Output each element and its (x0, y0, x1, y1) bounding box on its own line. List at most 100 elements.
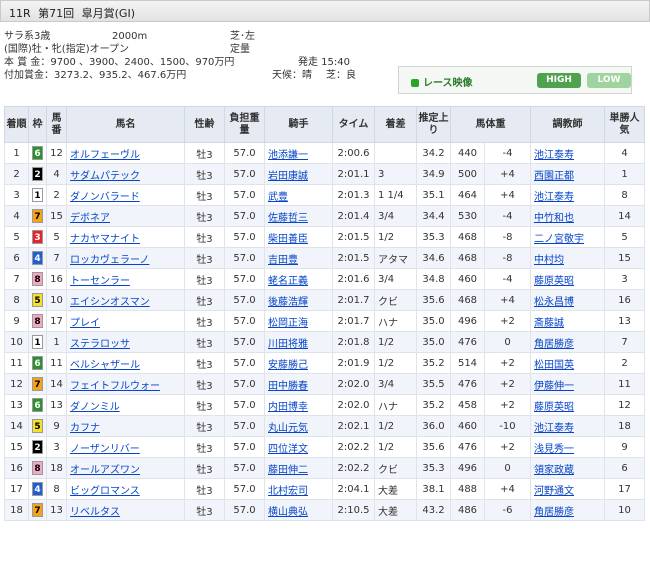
cell-body-weight: 486 (450, 499, 485, 521)
video-high-button[interactable]: HIGH (537, 73, 581, 88)
cell-last3f: 34.8 (416, 268, 451, 290)
cell-weight: 57.0 (224, 331, 265, 353)
cell-frame: 4 (28, 247, 47, 269)
race-weather: 天候：晴 (272, 70, 312, 81)
horse-link[interactable]: ステラロッサ (70, 339, 130, 350)
cell-last3f: 35.3 (416, 457, 451, 479)
cell-time: 2:01.8 (332, 331, 375, 353)
horse-link[interactable]: ダノンミル (70, 402, 120, 413)
cell-frame: 4 (28, 478, 47, 500)
cell-weight: 57.0 (224, 184, 265, 206)
cell-frame: 6 (28, 352, 47, 374)
cell-horse: ロッカヴェラーノ (66, 247, 185, 269)
header-number: 馬番 (46, 106, 67, 143)
horse-link[interactable]: プレイ (70, 318, 100, 329)
horse-link[interactable]: ナカヤマナイト (70, 234, 140, 245)
trainer-link[interactable]: 松田国英 (534, 360, 574, 371)
cell-rank: 10 (4, 331, 29, 353)
jockey-link[interactable]: 安藤勝己 (268, 360, 308, 371)
cell-time: 2:02.2 (332, 457, 375, 479)
jockey-link[interactable]: 北村宏司 (268, 486, 308, 497)
horse-link[interactable]: サダムパテック (70, 171, 140, 182)
cell-rank: 6 (4, 247, 29, 269)
cell-sex-age: 牡3 (184, 163, 225, 185)
trainer-link[interactable]: 中村均 (534, 255, 564, 266)
trainer-link[interactable]: 池江泰寿 (534, 423, 574, 434)
cell-weight: 57.0 (224, 142, 265, 164)
horse-link[interactable]: ノーザンリバー (70, 444, 140, 455)
horse-link[interactable]: ダノンバラード (70, 192, 140, 203)
trainer-link[interactable]: 二ノ宮敬宇 (534, 234, 584, 245)
cell-margin: 3/4 (374, 205, 417, 227)
cell-frame: 7 (28, 205, 47, 227)
jockey-link[interactable]: 岩田康誠 (268, 171, 308, 182)
trainer-link[interactable]: 角居勝彦 (534, 507, 574, 518)
video-low-button[interactable]: LOW (587, 73, 631, 88)
trainer-link[interactable]: 藤原英昭 (534, 276, 574, 287)
cell-margin: ハナ (374, 310, 417, 332)
trainer-link[interactable]: 中竹和也 (534, 213, 574, 224)
trainer-link[interactable]: 藤原英昭 (534, 402, 574, 413)
trainer-link[interactable]: 松永昌博 (534, 297, 574, 308)
race-info: サラ系3歳 2000m 芝･左 (国際)牡・牝(指定)オープン 定量 本 賞 金… (4, 30, 404, 82)
horse-link[interactable]: オルフェーヴル (70, 150, 140, 161)
jockey-link[interactable]: 内田博幸 (268, 402, 308, 413)
trainer-link[interactable]: 西園正都 (534, 171, 574, 182)
jockey-link[interactable]: 蛯名正義 (268, 276, 308, 287)
trainer-link[interactable]: 浅見秀一 (534, 444, 574, 455)
result-row: 7 8 16 トーセンラー 牡3 57.0 蛯名正義 2:01.6 3/4 34.8 460 -4 藤原… (4, 268, 645, 290)
jockey-link[interactable]: 丸山元気 (268, 423, 308, 434)
horse-link[interactable]: エイシンオスマン (70, 297, 150, 308)
trainer-link[interactable]: 斎藤誠 (534, 318, 564, 329)
cell-trainer: 池江泰寿 (530, 142, 605, 164)
cell-frame: 6 (28, 394, 47, 416)
trainer-link[interactable]: 池江泰寿 (534, 150, 574, 161)
cell-horse: ダノンミル (66, 394, 185, 416)
horse-link[interactable]: トーセンラー (70, 276, 130, 287)
cell-sex-age: 牡3 (184, 436, 225, 458)
jockey-link[interactable]: 吉田豊 (268, 255, 298, 266)
cell-number: 13 (46, 394, 67, 416)
cell-jockey: 藤田伸二 (264, 457, 333, 479)
cell-sex-age: 牡3 (184, 352, 225, 374)
horse-link[interactable]: カフナ (70, 423, 100, 434)
horse-link[interactable]: ロッカヴェラーノ (70, 255, 149, 266)
jockey-link[interactable]: 佐藤哲三 (268, 213, 308, 224)
horse-link[interactable]: ビッグロマンス (70, 486, 140, 497)
cell-popularity: 14 (604, 205, 645, 227)
jockey-link[interactable]: 川田将雅 (268, 339, 308, 350)
trainer-link[interactable]: 池江泰寿 (534, 192, 574, 203)
cell-last3f: 34.2 (416, 142, 451, 164)
jockey-link[interactable]: 柴田善臣 (268, 234, 308, 245)
trainer-link[interactable]: 領家政蔵 (534, 465, 574, 476)
cell-sex-age: 牡3 (184, 415, 225, 437)
result-row: 9 8 17 プレイ 牡3 57.0 松岡正海 2:01.7 ハナ 35.0 496 +2 斎藤誠 13 (4, 310, 645, 332)
cell-last3f: 38.1 (416, 478, 451, 500)
cell-weight: 57.0 (224, 478, 265, 500)
jockey-link[interactable]: 後藤浩輝 (268, 297, 308, 308)
jockey-link[interactable]: 武豊 (268, 192, 288, 203)
race-conditions: (国際)牡・牝(指定)オープン (4, 44, 130, 55)
result-row: 5 3 5 ナカヤマナイト 牡3 57.0 柴田善臣 2:01.5 1/2 35.3 468 -8 二ノ… (4, 226, 645, 248)
horse-link[interactable]: リベルタス (70, 507, 120, 518)
trainer-link[interactable]: 河野通文 (534, 486, 574, 497)
trainer-link[interactable]: 角居勝彦 (534, 339, 574, 350)
cell-last3f: 43.2 (416, 499, 451, 521)
jockey-link[interactable]: 松岡正海 (268, 318, 308, 329)
jockey-link[interactable]: 田中勝春 (268, 381, 308, 392)
horse-link[interactable]: ベルシャザール (70, 360, 140, 371)
result-row: 13 6 13 ダノンミル 牡3 57.0 内田博幸 2:02.0 ハナ 35.2 458 +2 藤原英… (4, 394, 645, 416)
jockey-link[interactable]: 池添謙一 (268, 150, 308, 161)
cell-frame: 1 (28, 331, 47, 353)
jockey-link[interactable]: 四位洋文 (268, 444, 308, 455)
trainer-link[interactable]: 伊藤伸一 (534, 381, 574, 392)
jockey-link[interactable]: 横山典弘 (268, 507, 308, 518)
cell-rank: 14 (4, 415, 29, 437)
horse-link[interactable]: オールアズワン (70, 465, 140, 476)
jockey-link[interactable]: 藤田伸二 (268, 465, 308, 476)
cell-body-weight: 468 (450, 289, 485, 311)
horse-link[interactable]: デボネア (70, 213, 110, 224)
cell-margin: 大差 (374, 499, 417, 521)
horse-link[interactable]: フェイトフルウォー (70, 381, 160, 392)
cell-jockey: 吉田豊 (264, 247, 333, 269)
